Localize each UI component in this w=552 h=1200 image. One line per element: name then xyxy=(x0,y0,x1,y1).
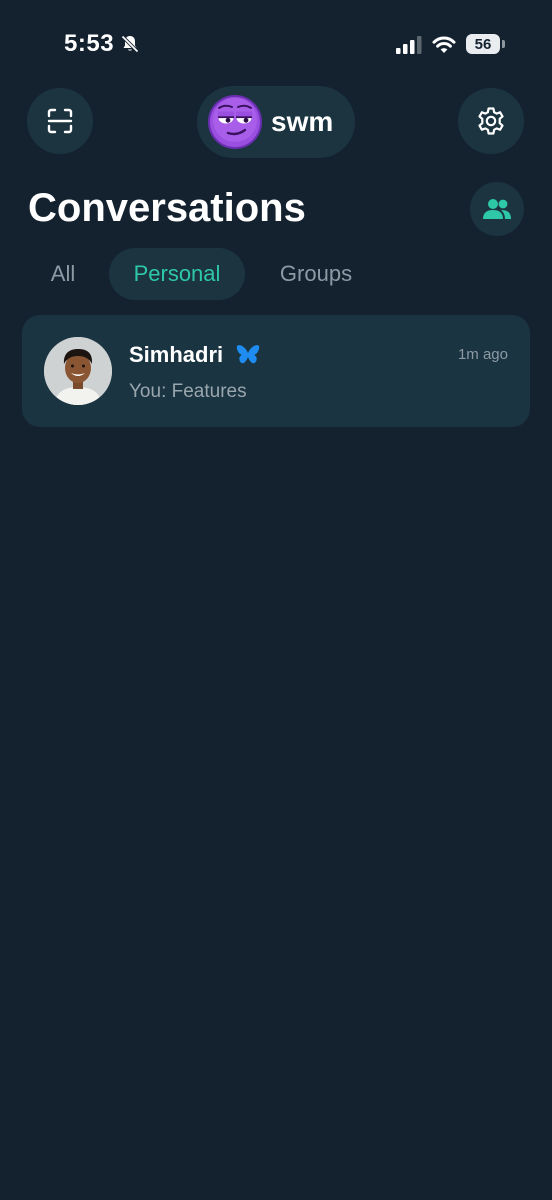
tab-personal[interactable]: Personal xyxy=(109,248,245,300)
conversation-preview: You: Features xyxy=(129,381,247,402)
scan-icon xyxy=(47,108,73,134)
contacts-button[interactable] xyxy=(470,182,524,236)
conversation-item[interactable]: Simhadri 1m ago You: Features xyxy=(22,315,530,427)
signal-icon xyxy=(396,36,422,54)
bell-off-icon xyxy=(121,35,139,53)
conversation-time: 1m ago xyxy=(457,346,508,363)
battery-icon: 56 xyxy=(466,34,500,54)
conversations-screen: 5:53 56 swm Conversations All Personal G… xyxy=(0,0,552,1200)
emoji-avatar-icon xyxy=(208,95,262,149)
contacts-icon xyxy=(483,199,511,219)
battery-tip xyxy=(502,40,505,48)
battery-level: 56 xyxy=(474,35,492,53)
butterfly-icon xyxy=(236,345,260,364)
profile-switcher[interactable]: swm xyxy=(197,86,355,158)
gear-icon xyxy=(478,107,504,135)
conversation-filter-tabs: All Personal Groups xyxy=(0,248,552,300)
status-time: 5:53 xyxy=(64,30,115,57)
conversation-name: Simhadri xyxy=(129,342,224,367)
tab-all[interactable]: All xyxy=(30,248,96,300)
profile-name: swm xyxy=(271,106,334,137)
page-title: Conversations xyxy=(28,186,306,230)
contact-photo xyxy=(44,337,112,405)
wifi-icon xyxy=(432,36,456,53)
settings-button[interactable] xyxy=(458,88,524,154)
tab-groups[interactable]: Groups xyxy=(262,248,370,300)
scan-button[interactable] xyxy=(27,88,93,154)
avatar xyxy=(44,337,112,405)
status-bar: 5:53 56 xyxy=(0,0,552,90)
